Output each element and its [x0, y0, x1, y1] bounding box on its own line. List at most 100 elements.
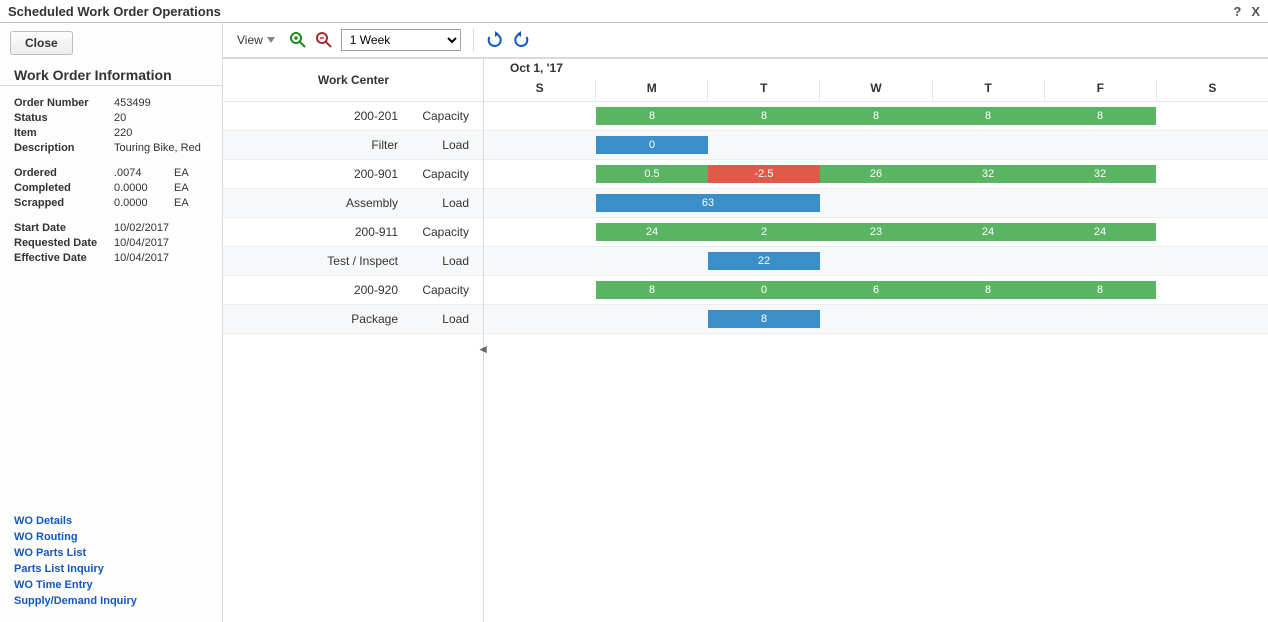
link-wo-details[interactable]: WO Details [14, 513, 208, 529]
gantt-row: 88888 [484, 102, 1268, 131]
gantt-row: 63 [484, 189, 1268, 218]
value-item: 220 [114, 126, 174, 141]
link-supply-demand-inquiry[interactable]: Supply/Demand Inquiry [14, 593, 208, 609]
gantt-bar[interactable]: 8 [932, 107, 1044, 125]
gantt-bar[interactable]: 8 [596, 107, 708, 125]
toolbar-separator [473, 29, 474, 51]
day-header: M [595, 81, 707, 101]
row-type-cell: Capacity [412, 109, 483, 123]
row-type-cell: Load [412, 312, 483, 326]
row-header: 200-920Capacity [223, 276, 483, 305]
gantt-row: 8 [484, 305, 1268, 334]
zoom-out-icon [316, 32, 332, 48]
gantt-bar[interactable]: 23 [820, 223, 932, 241]
label-item: Item [14, 126, 114, 141]
gantt-bar[interactable]: 24 [932, 223, 1044, 241]
period-select[interactable]: 1 Week [341, 29, 461, 51]
gantt-bar[interactable]: 24 [1044, 223, 1156, 241]
gantt-bar[interactable]: 8 [708, 310, 820, 328]
label-requested-date: Requested Date [14, 236, 114, 251]
view-menu[interactable]: View [231, 31, 281, 49]
label-ordered: Ordered [14, 166, 114, 181]
value-status: 20 [114, 111, 174, 126]
zoom-in-button[interactable] [289, 31, 307, 49]
row-type-cell: Capacity [412, 167, 483, 181]
row-header: 200-911Capacity [223, 218, 483, 247]
row-type-cell: Load [412, 254, 483, 268]
work-center-cell: Package [223, 312, 412, 326]
gantt-row: 242232424 [484, 218, 1268, 247]
back-button[interactable] [512, 31, 530, 49]
gantt-row: 22 [484, 247, 1268, 276]
value-effective-date: 10/04/2017 [114, 251, 169, 266]
help-icon[interactable]: ? [1233, 4, 1241, 19]
gantt-bar[interactable]: 22 [708, 252, 820, 270]
gantt-bar[interactable]: 8 [932, 281, 1044, 299]
value-requested-date: 10/04/2017 [114, 236, 169, 251]
value-completed: 0.0000 [114, 181, 174, 196]
work-center-cell: 200-911 [223, 225, 412, 239]
gantt-bar[interactable]: -2.5 [708, 165, 820, 183]
zoom-out-button[interactable] [315, 31, 333, 49]
splitter-handle[interactable]: ◄ [479, 341, 487, 357]
row-header: Test / InspectLoad [223, 247, 483, 276]
gantt-bar[interactable]: 24 [596, 223, 708, 241]
gantt-bar[interactable]: 8 [596, 281, 708, 299]
page-title: Scheduled Work Order Operations [8, 4, 221, 19]
label-completed: Completed [14, 181, 114, 196]
gantt-bar[interactable]: 8 [1044, 107, 1156, 125]
section-header: Work Order Information [0, 67, 222, 86]
day-header: F [1044, 81, 1156, 101]
row-header: AssemblyLoad [223, 189, 483, 218]
gantt-bar[interactable]: 8 [708, 107, 820, 125]
row-header: PackageLoad [223, 305, 483, 334]
day-header: T [932, 81, 1044, 101]
close-icon[interactable]: X [1251, 4, 1260, 19]
work-center-cell: 200-901 [223, 167, 412, 181]
gantt-bar[interactable]: 26 [820, 165, 932, 183]
gantt-bar[interactable]: 0 [596, 136, 708, 154]
gantt-bar[interactable]: 6 [820, 281, 932, 299]
gantt-bar[interactable]: 8 [1044, 281, 1156, 299]
value-ordered: .0074 [114, 166, 174, 181]
gantt-bar[interactable]: 32 [1044, 165, 1156, 183]
day-header: W [819, 81, 931, 101]
day-header: S [1156, 81, 1268, 101]
label-status: Status [14, 111, 114, 126]
date-header: Oct 1, '17 [510, 61, 563, 75]
link-wo-routing[interactable]: WO Routing [14, 529, 208, 545]
refresh-button[interactable] [486, 31, 504, 49]
label-scrapped: Scrapped [14, 196, 114, 211]
gantt-bar[interactable]: 0 [708, 281, 820, 299]
link-parts-list-inquiry[interactable]: Parts List Inquiry [14, 561, 208, 577]
view-label: View [237, 33, 263, 47]
link-wo-time-entry[interactable]: WO Time Entry [14, 577, 208, 593]
row-header: FilterLoad [223, 131, 483, 160]
link-wo-parts-list[interactable]: WO Parts List [14, 545, 208, 561]
gantt-bar[interactable]: 32 [932, 165, 1044, 183]
gantt-bar[interactable]: 2 [708, 223, 820, 241]
row-header: 200-901Capacity [223, 160, 483, 189]
gantt-row: 0 [484, 131, 1268, 160]
value-description: Touring Bike, Red [114, 141, 201, 156]
gantt-bar[interactable]: 0.5 [596, 165, 708, 183]
value-start-date: 10/02/2017 [114, 221, 169, 236]
label-order-number: Order Number [14, 96, 114, 111]
day-header: T [707, 81, 819, 101]
gantt-bar[interactable]: 8 [820, 107, 932, 125]
close-button[interactable]: Close [10, 31, 73, 55]
label-start-date: Start Date [14, 221, 114, 236]
row-type-cell: Load [412, 196, 483, 210]
work-center-header: Work Center [223, 73, 413, 87]
back-icon [512, 31, 530, 49]
value-order-number: 453499 [114, 96, 174, 111]
gantt-bar[interactable]: 63 [596, 194, 820, 212]
work-order-info: Order Number453499 Status20 Item220 Desc… [0, 86, 222, 286]
gantt-row: 80688 [484, 276, 1268, 305]
work-center-cell: 200-920 [223, 283, 412, 297]
row-type-cell: Capacity [412, 283, 483, 297]
work-center-cell: Filter [223, 138, 412, 152]
uom-completed: EA [174, 181, 204, 196]
work-center-cell: Assembly [223, 196, 412, 210]
day-header: S [484, 81, 595, 101]
